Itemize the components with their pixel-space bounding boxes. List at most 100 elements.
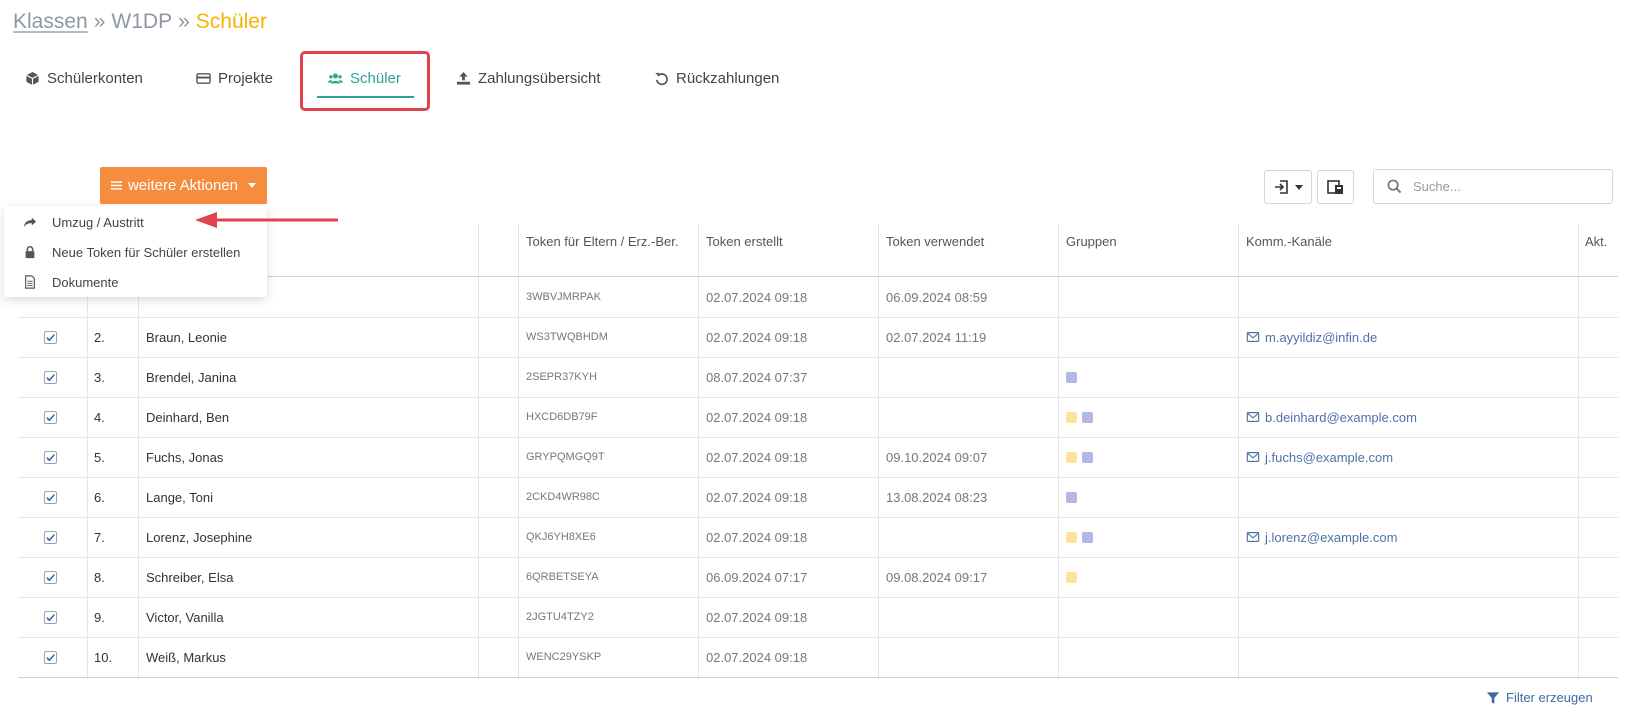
tab-label: Projekte	[218, 69, 274, 87]
columns-toggle-button[interactable]	[1317, 170, 1354, 204]
groups-cell	[1066, 437, 1098, 477]
email-address: j.fuchs@example.com	[1265, 449, 1394, 465]
group-badge	[1082, 451, 1093, 463]
student-name: Victor, Vanilla	[146, 609, 224, 625]
more-actions-label: weitere Aktionen	[127, 177, 239, 194]
lock-icon	[25, 246, 35, 259]
search-input[interactable]	[1411, 178, 1605, 195]
token-created: 02.07.2024 09:18	[706, 609, 808, 625]
more-actions-button[interactable]: weitere Aktionen	[100, 167, 267, 204]
row-divider	[18, 317, 1618, 318]
menu-item-neue-token[interactable]: Neue Token für Schüler erstellen	[4, 237, 267, 267]
envelope-icon	[1246, 412, 1260, 422]
row-divider	[18, 357, 1618, 358]
envelope-icon	[1246, 532, 1260, 542]
token-used: 02.07.2024 11:19	[886, 329, 987, 345]
column-divider	[878, 224, 879, 679]
group-badge	[1066, 451, 1077, 463]
row-checkbox[interactable]	[44, 531, 57, 544]
export-icon	[1274, 180, 1288, 194]
parent-token: 2SEPR37KYH	[526, 371, 597, 383]
search-icon	[1387, 179, 1402, 194]
row-checkbox[interactable]	[44, 611, 57, 624]
upload-icon	[456, 71, 471, 85]
email-channel[interactable]: j.lorenz@example.com	[1246, 517, 1397, 557]
breadcrumb-class-link[interactable]: W1DP	[111, 10, 172, 33]
row-divider	[18, 597, 1618, 598]
create-filter-link[interactable]: Filter erzeugen	[1486, 690, 1593, 705]
undo-icon	[655, 72, 668, 85]
parent-token: HXCD6DB79F	[526, 411, 598, 423]
row-divider	[18, 557, 1618, 558]
groups-cell	[1066, 397, 1098, 437]
parent-token: 2JGTU4TZY2	[526, 611, 594, 623]
tab-label: Rückzahlungen	[676, 69, 780, 87]
token-created: 02.07.2024 09:18	[706, 529, 808, 545]
tab-zahlungsuebersicht[interactable]: Zahlungsübersicht	[456, 64, 601, 92]
row-number: 5.	[94, 449, 105, 465]
parent-token: 2CKD4WR98C	[526, 491, 600, 503]
header-actions: Akt.	[1585, 234, 1608, 249]
student-name: Deinhard, Ben	[146, 409, 230, 425]
search-box[interactable]	[1373, 169, 1613, 204]
share-icon	[23, 217, 37, 228]
token-created: 02.07.2024 09:18	[706, 489, 808, 505]
caret-down-icon	[248, 183, 257, 188]
token-used: 09.08.2024 09:17	[886, 569, 988, 585]
token-created: 06.09.2024 07:17	[706, 569, 808, 585]
menu-item-label: Umzug / Austritt	[52, 214, 144, 230]
row-checkbox[interactable]	[44, 571, 57, 584]
token-used: 13.08.2024 08:23	[886, 489, 988, 505]
column-divider	[1578, 224, 1579, 679]
row-checkbox[interactable]	[44, 331, 57, 344]
tab-projekte[interactable]: Projekte	[196, 64, 273, 92]
export-dropdown-button[interactable]	[1264, 170, 1312, 204]
tab-schuelerkonten[interactable]: Schülerkonten	[25, 64, 143, 92]
row-checkbox[interactable]	[44, 371, 57, 384]
menu-item-dokumente[interactable]: Dokumente	[4, 267, 267, 297]
credit-card-icon	[196, 72, 211, 84]
header-comm-channels[interactable]: Komm.-Kanäle	[1246, 232, 1332, 251]
email-channel[interactable]: m.ayyildiz@infin.de	[1246, 317, 1377, 357]
document-icon	[25, 275, 35, 289]
header-token[interactable]: Token für Eltern / Erz.-Ber.	[526, 232, 686, 251]
filter-icon	[1486, 691, 1500, 704]
row-checkbox[interactable]	[44, 491, 57, 504]
row-divider	[18, 637, 1618, 638]
breadcrumb-klassen-link[interactable]: Klassen	[13, 10, 88, 33]
row-number: 4.	[94, 409, 105, 425]
tab-rueckzahlungen[interactable]: Rückzahlungen	[654, 64, 779, 92]
column-divider	[518, 224, 519, 679]
token-created: 02.07.2024 09:18	[706, 329, 808, 345]
column-divider	[1058, 224, 1059, 679]
token-created: 08.07.2024 07:37	[706, 369, 808, 385]
token-used: 06.09.2024 08:59	[886, 289, 988, 305]
email-channel[interactable]: j.fuchs@example.com	[1246, 437, 1393, 477]
student-name: Schreiber, Elsa	[146, 569, 234, 585]
row-checkbox[interactable]	[44, 451, 57, 464]
parent-token: GRYPQMGQ9T	[526, 451, 605, 463]
groups-cell	[1066, 557, 1082, 597]
envelope-icon	[1246, 452, 1260, 462]
header-groups[interactable]: Gruppen	[1066, 232, 1117, 251]
student-name: Weiß, Markus	[146, 649, 226, 665]
highlight-annotation	[300, 51, 430, 111]
header-token-created[interactable]: Token erstellt	[706, 232, 783, 251]
row-checkbox[interactable]	[44, 651, 57, 664]
student-name: Lange, Toni	[146, 489, 213, 505]
column-divider	[698, 224, 699, 679]
student-name: Fuchs, Jonas	[146, 449, 224, 465]
tab-label: Schülerkonten	[47, 69, 143, 87]
row-number: 3.	[94, 369, 105, 385]
email-channel[interactable]: b.deinhard@example.com	[1246, 397, 1417, 437]
group-badge	[1066, 491, 1077, 503]
token-used: 09.10.2024 09:07	[886, 449, 988, 465]
row-checkbox[interactable]	[44, 411, 57, 424]
breadcrumb-separator: »	[178, 10, 190, 33]
row-number: 8.	[94, 569, 105, 585]
columns-icon	[1327, 179, 1343, 194]
student-name: Lorenz, Josephine	[146, 529, 253, 545]
column-divider	[1238, 224, 1239, 679]
groups-cell	[1066, 477, 1082, 517]
header-token-used[interactable]: Token verwendet	[886, 232, 984, 251]
